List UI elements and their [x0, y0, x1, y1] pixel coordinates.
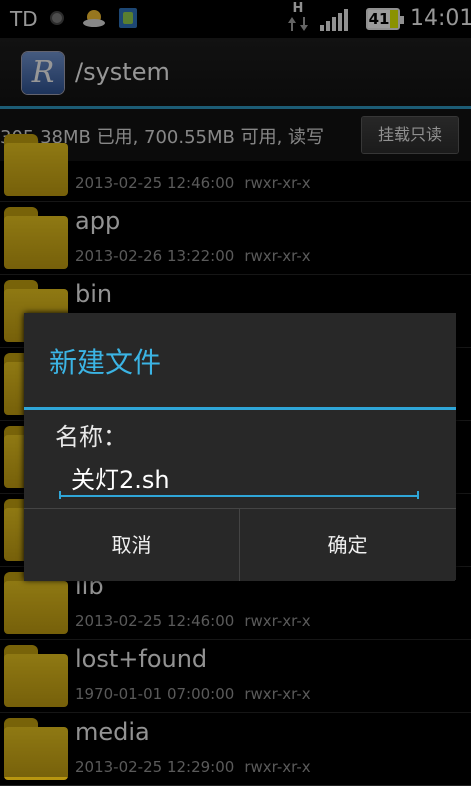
- dialog-title-divider: [24, 407, 456, 410]
- new-file-dialog: 新建文件 名称： 取消 确定: [24, 313, 456, 581]
- dialog-title: 新建文件: [49, 346, 162, 379]
- input-edge-right: [417, 491, 419, 499]
- filename-input[interactable]: [59, 459, 419, 497]
- dialog-button-bar: 取消 确定: [24, 508, 456, 581]
- filename-label: 名称：: [55, 423, 127, 451]
- input-edge-left: [59, 491, 61, 499]
- ok-button[interactable]: 确定: [240, 509, 455, 581]
- cancel-button[interactable]: 取消: [24, 509, 240, 581]
